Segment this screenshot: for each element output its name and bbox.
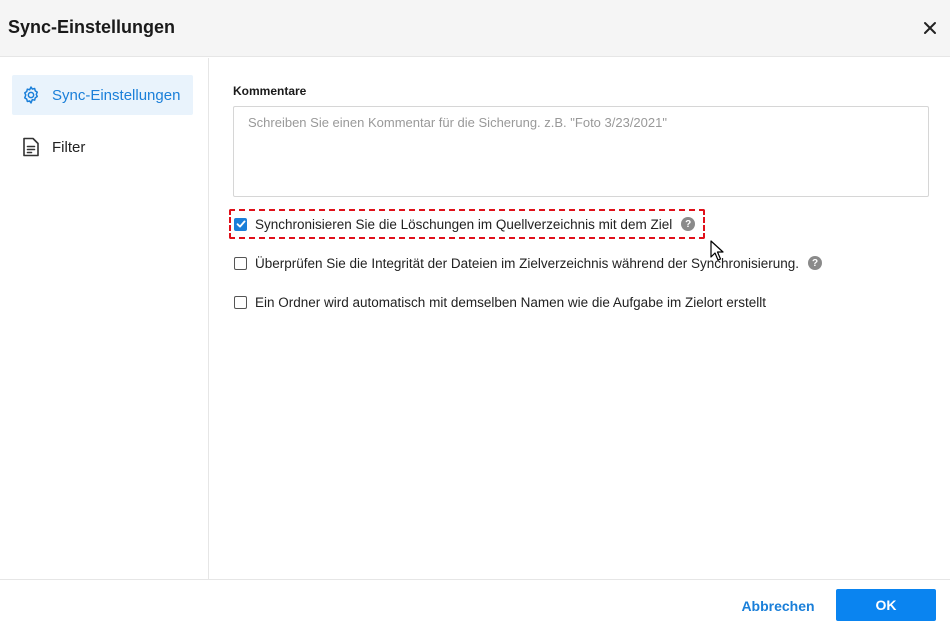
sidebar: Sync-Einstellungen Filter	[0, 58, 209, 579]
mouse-cursor-icon	[710, 240, 724, 261]
sidebar-item-filter[interactable]: Filter	[12, 127, 193, 167]
dialog-titlebar: Sync-Einstellungen	[0, 0, 950, 57]
option-label: Synchronisieren Sie die Löschungen im Qu…	[255, 216, 673, 232]
close-icon	[924, 22, 936, 34]
comment-input[interactable]	[233, 106, 929, 197]
settings-panel: Kommentare Synchronisieren Sie die Lösch…	[210, 58, 950, 579]
help-icon[interactable]: ?	[808, 256, 823, 270]
verify-integrity-checkbox[interactable]	[234, 256, 247, 270]
ok-button[interactable]: OK	[836, 589, 936, 621]
sidebar-item-label: Sync-Einstellungen	[52, 86, 181, 104]
dialog-footer: Abbrechen OK	[0, 579, 950, 641]
close-button[interactable]	[918, 16, 942, 40]
document-icon	[20, 136, 42, 158]
cancel-button[interactable]: Abbrechen	[734, 594, 822, 618]
option-label: Ein Ordner wird automatisch mit demselbe…	[255, 294, 766, 310]
option-create-folder[interactable]: Ein Ordner wird automatisch mit demselbe…	[234, 292, 766, 312]
dialog-title: Sync-Einstellungen	[8, 17, 176, 37]
comments-label: Kommentare	[233, 84, 307, 98]
checkmark-icon	[236, 220, 245, 228]
create-folder-checkbox[interactable]	[234, 295, 247, 309]
gear-icon	[20, 84, 42, 106]
sync-deletions-checkbox[interactable]	[234, 217, 247, 231]
option-verify-integrity[interactable]: Überprüfen Sie die Integrität der Dateie…	[234, 253, 823, 273]
sidebar-item-sync-settings[interactable]: Sync-Einstellungen	[12, 75, 193, 115]
sidebar-item-label: Filter	[52, 138, 86, 156]
option-sync-deletions[interactable]: Synchronisieren Sie die Löschungen im Qu…	[234, 214, 696, 234]
help-icon[interactable]: ?	[681, 217, 696, 231]
